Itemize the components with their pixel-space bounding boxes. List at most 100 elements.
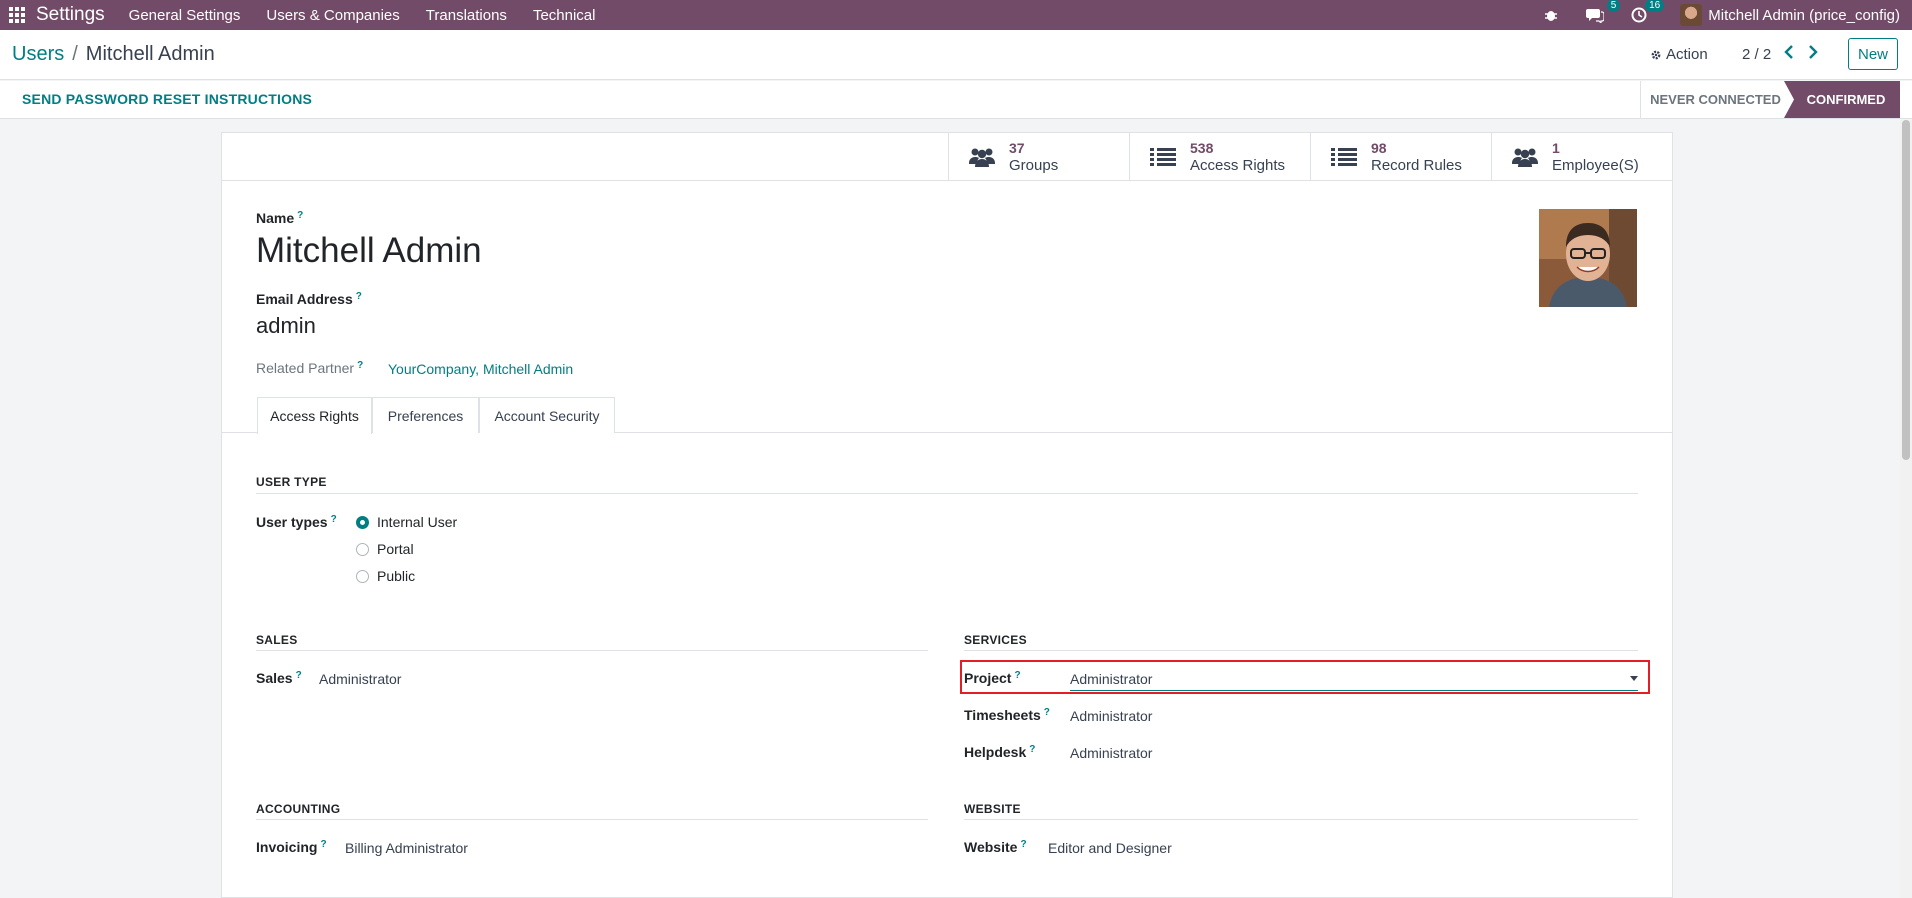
- section-divider: [256, 650, 928, 651]
- website-section-title: WEBSITE: [964, 802, 1021, 816]
- radio-internal-user[interactable]: [356, 515, 369, 529]
- section-divider: [964, 650, 1638, 651]
- apps-grid-icon[interactable]: [4, 5, 30, 25]
- website-label: Website?: [964, 839, 1027, 855]
- services-section-title: SERVICES: [964, 633, 1027, 647]
- project-field-highlight: [960, 660, 1650, 694]
- user-types-help-icon[interactable]: ?: [331, 514, 337, 525]
- radio-portal[interactable]: [356, 542, 369, 556]
- related-partner-link[interactable]: YourCompany, Mitchell Admin: [388, 361, 573, 377]
- website-value[interactable]: Editor and Designer: [1048, 840, 1172, 856]
- breadcrumb-separator: /: [72, 43, 78, 65]
- access-rights-label: Access Rights: [1190, 156, 1286, 174]
- record-rules-count: 98: [1371, 139, 1387, 156]
- name-label: Name?: [256, 210, 304, 226]
- activities-badge: 16: [1645, 0, 1665, 12]
- app-name[interactable]: Settings: [36, 4, 105, 26]
- section-divider: [256, 493, 1638, 494]
- record-rules-stat-button[interactable]: 98 Record Rules: [1310, 133, 1491, 180]
- invoicing-help-icon[interactable]: ?: [320, 839, 326, 850]
- sales-help-icon[interactable]: ?: [296, 670, 302, 681]
- activities-clock-icon[interactable]: 16: [1628, 0, 1665, 26]
- helpdesk-label: Helpdesk?: [964, 744, 1036, 760]
- menu-translations[interactable]: Translations: [426, 7, 507, 24]
- user-name: Mitchell Admin (price_config): [1708, 6, 1900, 24]
- groups-stat-button[interactable]: 37 Groups: [948, 133, 1129, 180]
- tab-account-security[interactable]: Account Security: [479, 397, 615, 433]
- groups-label: Groups: [1009, 156, 1059, 174]
- breadcrumb: Users / Mitchell Admin: [12, 43, 215, 66]
- form-statusbar: SEND PASSWORD RESET INSTRUCTIONS NEVER C…: [0, 81, 1912, 119]
- user-menu[interactable]: Mitchell Admin (price_config): [1680, 4, 1900, 26]
- employees-stat-button[interactable]: 1 Employee(S): [1491, 133, 1672, 180]
- record-rules-label: Record Rules: [1371, 156, 1462, 174]
- email-help-icon[interactable]: ?: [356, 291, 362, 302]
- access-rights-count: 538: [1190, 139, 1214, 156]
- menu-general-settings[interactable]: General Settings: [129, 7, 241, 24]
- email-label: Email Address?: [256, 291, 362, 307]
- messages-badge: 5: [1606, 0, 1621, 12]
- invoicing-value[interactable]: Billing Administrator: [345, 840, 468, 856]
- status-confirmed[interactable]: CONFIRMED: [1784, 81, 1900, 118]
- control-panel: Users / Mitchell Admin Action 2 / 2 New: [0, 30, 1912, 80]
- project-select[interactable]: Administrator: [1070, 671, 1152, 687]
- invoicing-label: Invoicing?: [256, 839, 327, 855]
- user-type-internal-option[interactable]: Internal User: [356, 514, 457, 530]
- messages-icon[interactable]: 5: [1584, 0, 1621, 26]
- employees-label: Employee(S): [1552, 156, 1639, 174]
- breadcrumb-users-link[interactable]: Users: [12, 43, 64, 65]
- debug-bug-icon[interactable]: [1540, 4, 1562, 26]
- tab-access-rights[interactable]: Access Rights: [257, 397, 372, 434]
- users-icon: [967, 142, 997, 172]
- timesheets-value[interactable]: Administrator: [1070, 708, 1152, 724]
- page-scrollbar[interactable]: [1900, 120, 1912, 898]
- pager-next-icon[interactable]: [1808, 45, 1822, 63]
- name-field[interactable]: Mitchell Admin: [256, 231, 482, 271]
- timesheets-label: Timesheets?: [964, 707, 1050, 723]
- user-photo-avatar[interactable]: [1539, 209, 1637, 307]
- user-type-public-option[interactable]: Public: [356, 568, 415, 584]
- project-label: Project?: [964, 670, 1021, 686]
- send-password-reset-button[interactable]: SEND PASSWORD RESET INSTRUCTIONS: [22, 91, 312, 107]
- status-never-connected[interactable]: NEVER CONNECTED: [1640, 81, 1790, 118]
- action-label: Action: [1666, 46, 1708, 63]
- user-type-portal-option[interactable]: Portal: [356, 541, 414, 557]
- related-partner-label: Related Partner?: [256, 360, 364, 376]
- partner-help-icon[interactable]: ?: [357, 360, 363, 371]
- smart-button-box: 37 Groups 538 Access Rights 98 Record Ru…: [222, 133, 1672, 181]
- sales-section-title: SALES: [256, 633, 298, 647]
- user-types-label: User types?: [256, 514, 337, 530]
- list-icon: [1329, 142, 1359, 172]
- pager-previous-icon[interactable]: [1784, 45, 1798, 63]
- tab-preferences[interactable]: Preferences: [372, 397, 479, 433]
- notebook-tabs: Access Rights Preferences Account Securi…: [222, 397, 1672, 434]
- website-help-icon[interactable]: ?: [1020, 839, 1026, 850]
- scrollbar-thumb[interactable]: [1902, 120, 1910, 460]
- helpdesk-value[interactable]: Administrator: [1070, 745, 1152, 761]
- employees-count: 1: [1552, 139, 1560, 156]
- form-sheet: 37 Groups 538 Access Rights 98 Record Ru…: [221, 132, 1673, 898]
- sales-value[interactable]: Administrator: [319, 671, 401, 687]
- action-menu-button[interactable]: Action: [1650, 46, 1708, 63]
- top-navbar: Settings General Settings Users & Compan…: [0, 0, 1912, 30]
- gear-icon: [1651, 50, 1661, 59]
- list-icon: [1148, 142, 1178, 172]
- menu-users-companies[interactable]: Users & Companies: [266, 7, 399, 24]
- chevron-down-icon[interactable]: [1630, 676, 1638, 681]
- accounting-section-title: ACCOUNTING: [256, 802, 341, 816]
- email-field[interactable]: admin: [256, 313, 316, 339]
- project-help-icon[interactable]: ?: [1014, 670, 1020, 681]
- section-divider: [256, 819, 928, 820]
- user-avatar: [1680, 4, 1703, 26]
- users-icon: [1510, 142, 1540, 172]
- radio-public[interactable]: [356, 569, 369, 583]
- pager-value[interactable]: 2 / 2: [1742, 46, 1771, 63]
- menu-technical[interactable]: Technical: [533, 7, 596, 24]
- new-button[interactable]: New: [1848, 38, 1898, 70]
- project-select-underline: [1070, 690, 1638, 691]
- helpdesk-help-icon[interactable]: ?: [1029, 744, 1035, 755]
- name-help-icon[interactable]: ?: [297, 210, 303, 221]
- access-rights-stat-button[interactable]: 538 Access Rights: [1129, 133, 1310, 180]
- timesheets-help-icon[interactable]: ?: [1044, 707, 1050, 718]
- section-divider: [964, 819, 1638, 820]
